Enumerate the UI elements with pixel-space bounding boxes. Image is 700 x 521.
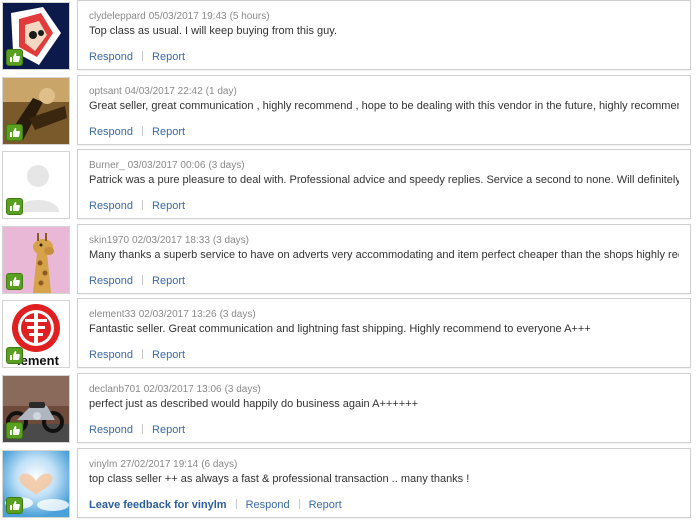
feedback-card: element33 02/03/2017 13:26 (3 days) Fantas… bbox=[77, 298, 691, 368]
feedback-meta: optsant 04/03/2017 22:42 (1 day) bbox=[89, 86, 237, 97]
feedback-actions: Respond Report bbox=[89, 51, 185, 63]
divider bbox=[235, 499, 237, 509]
report-link[interactable]: Report bbox=[152, 349, 185, 361]
feedback-username[interactable]: optsant bbox=[89, 86, 122, 97]
feedback-username[interactable]: skin1970 bbox=[89, 235, 129, 246]
divider bbox=[142, 424, 144, 434]
feedback-item: Burner_ 03/03/2017 00:06 (3 days) Patrick … bbox=[0, 149, 700, 221]
respond-link[interactable]: Respond bbox=[89, 126, 133, 138]
avatar[interactable] bbox=[2, 151, 70, 219]
feedback-username[interactable]: Burner_ bbox=[89, 160, 125, 171]
avatar[interactable] bbox=[2, 375, 70, 443]
respond-link[interactable]: Respond bbox=[246, 499, 290, 511]
feedback-message: Great seller, great communication , high… bbox=[89, 100, 679, 112]
feedback-item: lement element33 02/03/2017 13:26 (3 days)… bbox=[0, 298, 700, 370]
positive-feedback-icon bbox=[6, 124, 23, 141]
report-link[interactable]: Report bbox=[152, 200, 185, 212]
feedback-age: (3 days) bbox=[208, 160, 245, 171]
feedback-age: (5 hours) bbox=[229, 11, 270, 22]
feedback-actions: Respond Report bbox=[89, 349, 185, 361]
feedback-message: Patrick was a pure pleasure to deal with… bbox=[89, 174, 679, 186]
feedback-card: optsant 04/03/2017 22:42 (1 day) Great sel… bbox=[77, 75, 691, 145]
positive-feedback-icon bbox=[6, 273, 23, 290]
report-link[interactable]: Report bbox=[152, 126, 185, 138]
avatar[interactable] bbox=[2, 2, 70, 70]
feedback-message: perfect just as described would happily … bbox=[89, 398, 419, 410]
feedback-meta: Burner_ 03/03/2017 00:06 (3 days) bbox=[89, 160, 245, 171]
feedback-meta: skin1970 02/03/2017 18:33 (3 days) bbox=[89, 235, 249, 246]
element-logo-wordmark: lement bbox=[17, 353, 60, 367]
report-link[interactable]: Report bbox=[309, 499, 342, 511]
report-link[interactable]: Report bbox=[152, 424, 185, 436]
divider bbox=[142, 275, 144, 285]
feedback-item: vinylm 27/02/2017 19:14 (6 days) top class… bbox=[0, 448, 700, 520]
feedback-meta: clydeleppard 05/03/2017 19:43 (5 hours) bbox=[89, 11, 270, 22]
avatar[interactable]: lement bbox=[2, 300, 70, 368]
respond-link[interactable]: Respond bbox=[89, 349, 133, 361]
feedback-age: (1 day) bbox=[205, 86, 237, 97]
feedback-item: optsant 04/03/2017 22:42 (1 day) Great sel… bbox=[0, 75, 700, 147]
feedback-username[interactable]: vinylm bbox=[89, 459, 117, 470]
divider bbox=[142, 349, 144, 359]
feedback-date: 02/03/2017 13:06 bbox=[143, 384, 222, 395]
feedback-date: 05/03/2017 19:43 bbox=[148, 11, 227, 22]
feedback-list: clydeleppard 05/03/2017 19:43 (5 hours) To… bbox=[0, 0, 700, 521]
feedback-actions: Leave feedback for vinylm Respond Report bbox=[89, 499, 342, 511]
positive-feedback-icon bbox=[6, 198, 23, 215]
positive-feedback-icon bbox=[6, 497, 23, 514]
report-link[interactable]: Report bbox=[152, 275, 185, 287]
feedback-username[interactable]: declanb701 bbox=[89, 384, 141, 395]
feedback-item: clydeleppard 05/03/2017 19:43 (5 hours) To… bbox=[0, 0, 700, 72]
feedback-message: Fantastic seller. Great communication an… bbox=[89, 323, 591, 335]
feedback-item: declanb701 02/03/2017 13:06 (3 days) perfe… bbox=[0, 373, 700, 445]
feedback-card: clydeleppard 05/03/2017 19:43 (5 hours) To… bbox=[77, 0, 691, 70]
respond-link[interactable]: Respond bbox=[89, 275, 133, 287]
report-link[interactable]: Report bbox=[152, 51, 185, 63]
divider bbox=[298, 499, 300, 509]
respond-link[interactable]: Respond bbox=[89, 200, 133, 212]
feedback-actions: Respond Report bbox=[89, 424, 185, 436]
feedback-date: 03/03/2017 00:06 bbox=[127, 160, 206, 171]
feedback-meta: vinylm 27/02/2017 19:14 (6 days) bbox=[89, 459, 237, 470]
feedback-age: (6 days) bbox=[201, 459, 238, 470]
feedback-date: 02/03/2017 13:26 bbox=[138, 309, 217, 320]
feedback-date: 04/03/2017 22:42 bbox=[124, 86, 203, 97]
feedback-username[interactable]: element33 bbox=[89, 309, 136, 320]
respond-link[interactable]: Respond bbox=[89, 424, 133, 436]
feedback-card: skin1970 02/03/2017 18:33 (3 days) Many th… bbox=[77, 224, 691, 294]
avatar[interactable] bbox=[2, 450, 70, 518]
avatar[interactable] bbox=[2, 226, 70, 294]
feedback-card: declanb701 02/03/2017 13:06 (3 days) perfe… bbox=[77, 373, 691, 443]
feedback-age: (3 days) bbox=[219, 309, 256, 320]
avatar[interactable] bbox=[2, 77, 70, 145]
feedback-message: Top class as usual. I will keep buying f… bbox=[89, 25, 338, 37]
divider bbox=[142, 200, 144, 210]
feedback-actions: Respond Report bbox=[89, 126, 185, 138]
feedback-date: 02/03/2017 18:33 bbox=[132, 235, 210, 246]
respond-link[interactable]: Respond bbox=[89, 51, 133, 63]
feedback-message: top class seller ++ as always a fast & p… bbox=[89, 473, 470, 485]
feedback-age: (3 days) bbox=[212, 235, 250, 246]
feedback-username[interactable]: clydeleppard bbox=[89, 11, 146, 22]
positive-feedback-icon bbox=[6, 49, 23, 66]
positive-feedback-icon bbox=[6, 347, 23, 364]
feedback-date: 27/02/2017 19:14 bbox=[120, 459, 199, 470]
divider bbox=[142, 51, 144, 61]
leave-feedback-link[interactable]: Leave feedback for vinylm bbox=[89, 499, 227, 511]
feedback-card: vinylm 27/02/2017 19:14 (6 days) top class… bbox=[77, 448, 691, 518]
feedback-item: skin1970 02/03/2017 18:33 (3 days) Many th… bbox=[0, 224, 700, 296]
feedback-message: Many thanks a superb service to have on … bbox=[89, 249, 679, 261]
positive-feedback-icon bbox=[6, 422, 23, 439]
feedback-age: (3 days) bbox=[224, 384, 261, 395]
divider bbox=[142, 126, 144, 136]
feedback-meta: declanb701 02/03/2017 13:06 (3 days) bbox=[89, 384, 261, 395]
feedback-meta: element33 02/03/2017 13:26 (3 days) bbox=[89, 309, 256, 320]
feedback-actions: Respond Report bbox=[89, 200, 185, 212]
feedback-card: Burner_ 03/03/2017 00:06 (3 days) Patrick … bbox=[77, 149, 691, 219]
feedback-actions: Respond Report bbox=[89, 275, 185, 287]
